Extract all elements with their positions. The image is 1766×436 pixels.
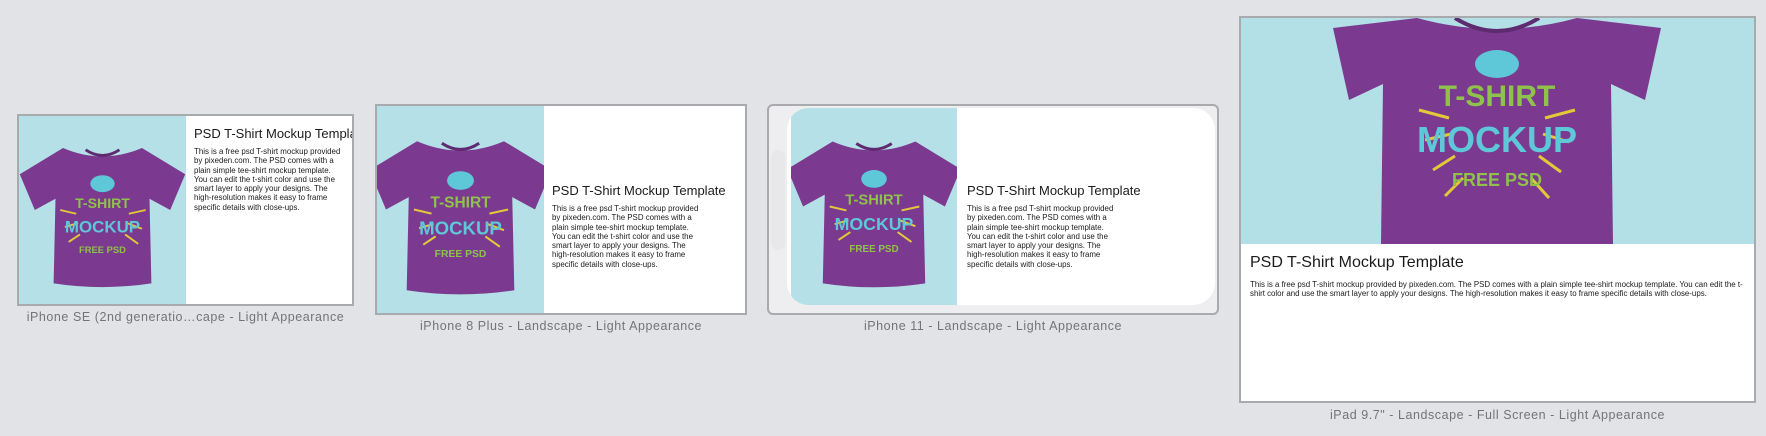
preview-caption: iPhone 8 Plus - Landscape - Light Appear…	[419, 319, 703, 333]
tshirt-photo: T-SHIRT MOCKUP FREE PSD	[1241, 18, 1754, 244]
svg-text:MOCKUP: MOCKUP	[419, 217, 502, 238]
svg-text:T-SHIRT: T-SHIRT	[430, 194, 491, 211]
page-title: PSD T-Shirt Mockup Template	[1250, 254, 1464, 271]
page-title: PSD T-Shirt Mockup Template	[552, 183, 726, 198]
content-text: PSD T-Shirt Mockup Template This is a fr…	[967, 183, 1141, 269]
description-text: This is a free psd T-shirt mockup provid…	[967, 204, 1114, 269]
svg-text:FREE PSD: FREE PSD	[849, 244, 898, 255]
tshirt-photo: T-SHIRT MOCKUP FREE PSD	[791, 108, 957, 305]
device-screen: T-SHIRT MOCKUP FREE PSD PSD T-Shirt Mock…	[787, 108, 1215, 305]
svg-text:FREE PSD: FREE PSD	[79, 244, 126, 255]
preview-iphone-8-plus[interactable]: T-SHIRT MOCKUP FREE PSD PSD T-Shirt Mock…	[375, 104, 747, 315]
preview-iphone-11[interactable]: T-SHIRT MOCKUP FREE PSD PSD T-Shirt Mock…	[767, 104, 1219, 315]
preview-caption: iPhone SE (2nd generatio…cape - Light Ap…	[26, 310, 345, 324]
description-text: This is a free psd T-shirt mockup provid…	[552, 204, 699, 269]
content-text: PSD T-Shirt Mockup Template This is a fr…	[1250, 254, 1744, 299]
svg-text:T-SHIRT: T-SHIRT	[75, 195, 130, 211]
tshirt-photo: T-SHIRT MOCKUP FREE PSD	[377, 106, 544, 313]
svg-text:MOCKUP: MOCKUP	[65, 218, 140, 237]
content-text: PSD T-Shirt Mockup Template This is a fr…	[552, 183, 726, 269]
page-title: PSD T-Shirt Mockup Template	[967, 183, 1141, 198]
preview-canvas: T-SHIRT MOCKUP FREE PSD PSD T-Shirt Mock…	[0, 0, 1766, 436]
preview-iphone-se[interactable]: T-SHIRT MOCKUP FREE PSD PSD T-Shirt Mock…	[17, 114, 354, 306]
preview-ipad-9-7[interactable]: T-SHIRT MOCKUP FREE PSD PSD T-Shirt Mock…	[1239, 16, 1756, 403]
svg-text:FREE PSD: FREE PSD	[1452, 170, 1542, 190]
svg-text:T-SHIRT: T-SHIRT	[1439, 80, 1556, 113]
svg-text:FREE PSD: FREE PSD	[435, 249, 487, 260]
preview-caption: iPad 9.7" - Landscape - Full Screen - Li…	[1329, 408, 1665, 422]
description-text: This is a free psd T-shirt mockup provid…	[1250, 280, 1743, 299]
description-text: This is a free psd T-shirt mockup provid…	[194, 147, 341, 212]
content-text: PSD T-Shirt Mockup Template This is a fr…	[194, 126, 354, 212]
page-title: PSD T-Shirt Mockup Template	[194, 126, 354, 141]
svg-text:T-SHIRT: T-SHIRT	[845, 193, 902, 209]
svg-text:MOCKUP: MOCKUP	[835, 214, 914, 234]
tshirt-photo: T-SHIRT MOCKUP FREE PSD	[19, 116, 186, 304]
preview-caption: iPhone 11 - Landscape - Light Appearance	[863, 319, 1123, 333]
device-bezel	[771, 150, 785, 250]
svg-text:MOCKUP: MOCKUP	[1417, 119, 1577, 160]
